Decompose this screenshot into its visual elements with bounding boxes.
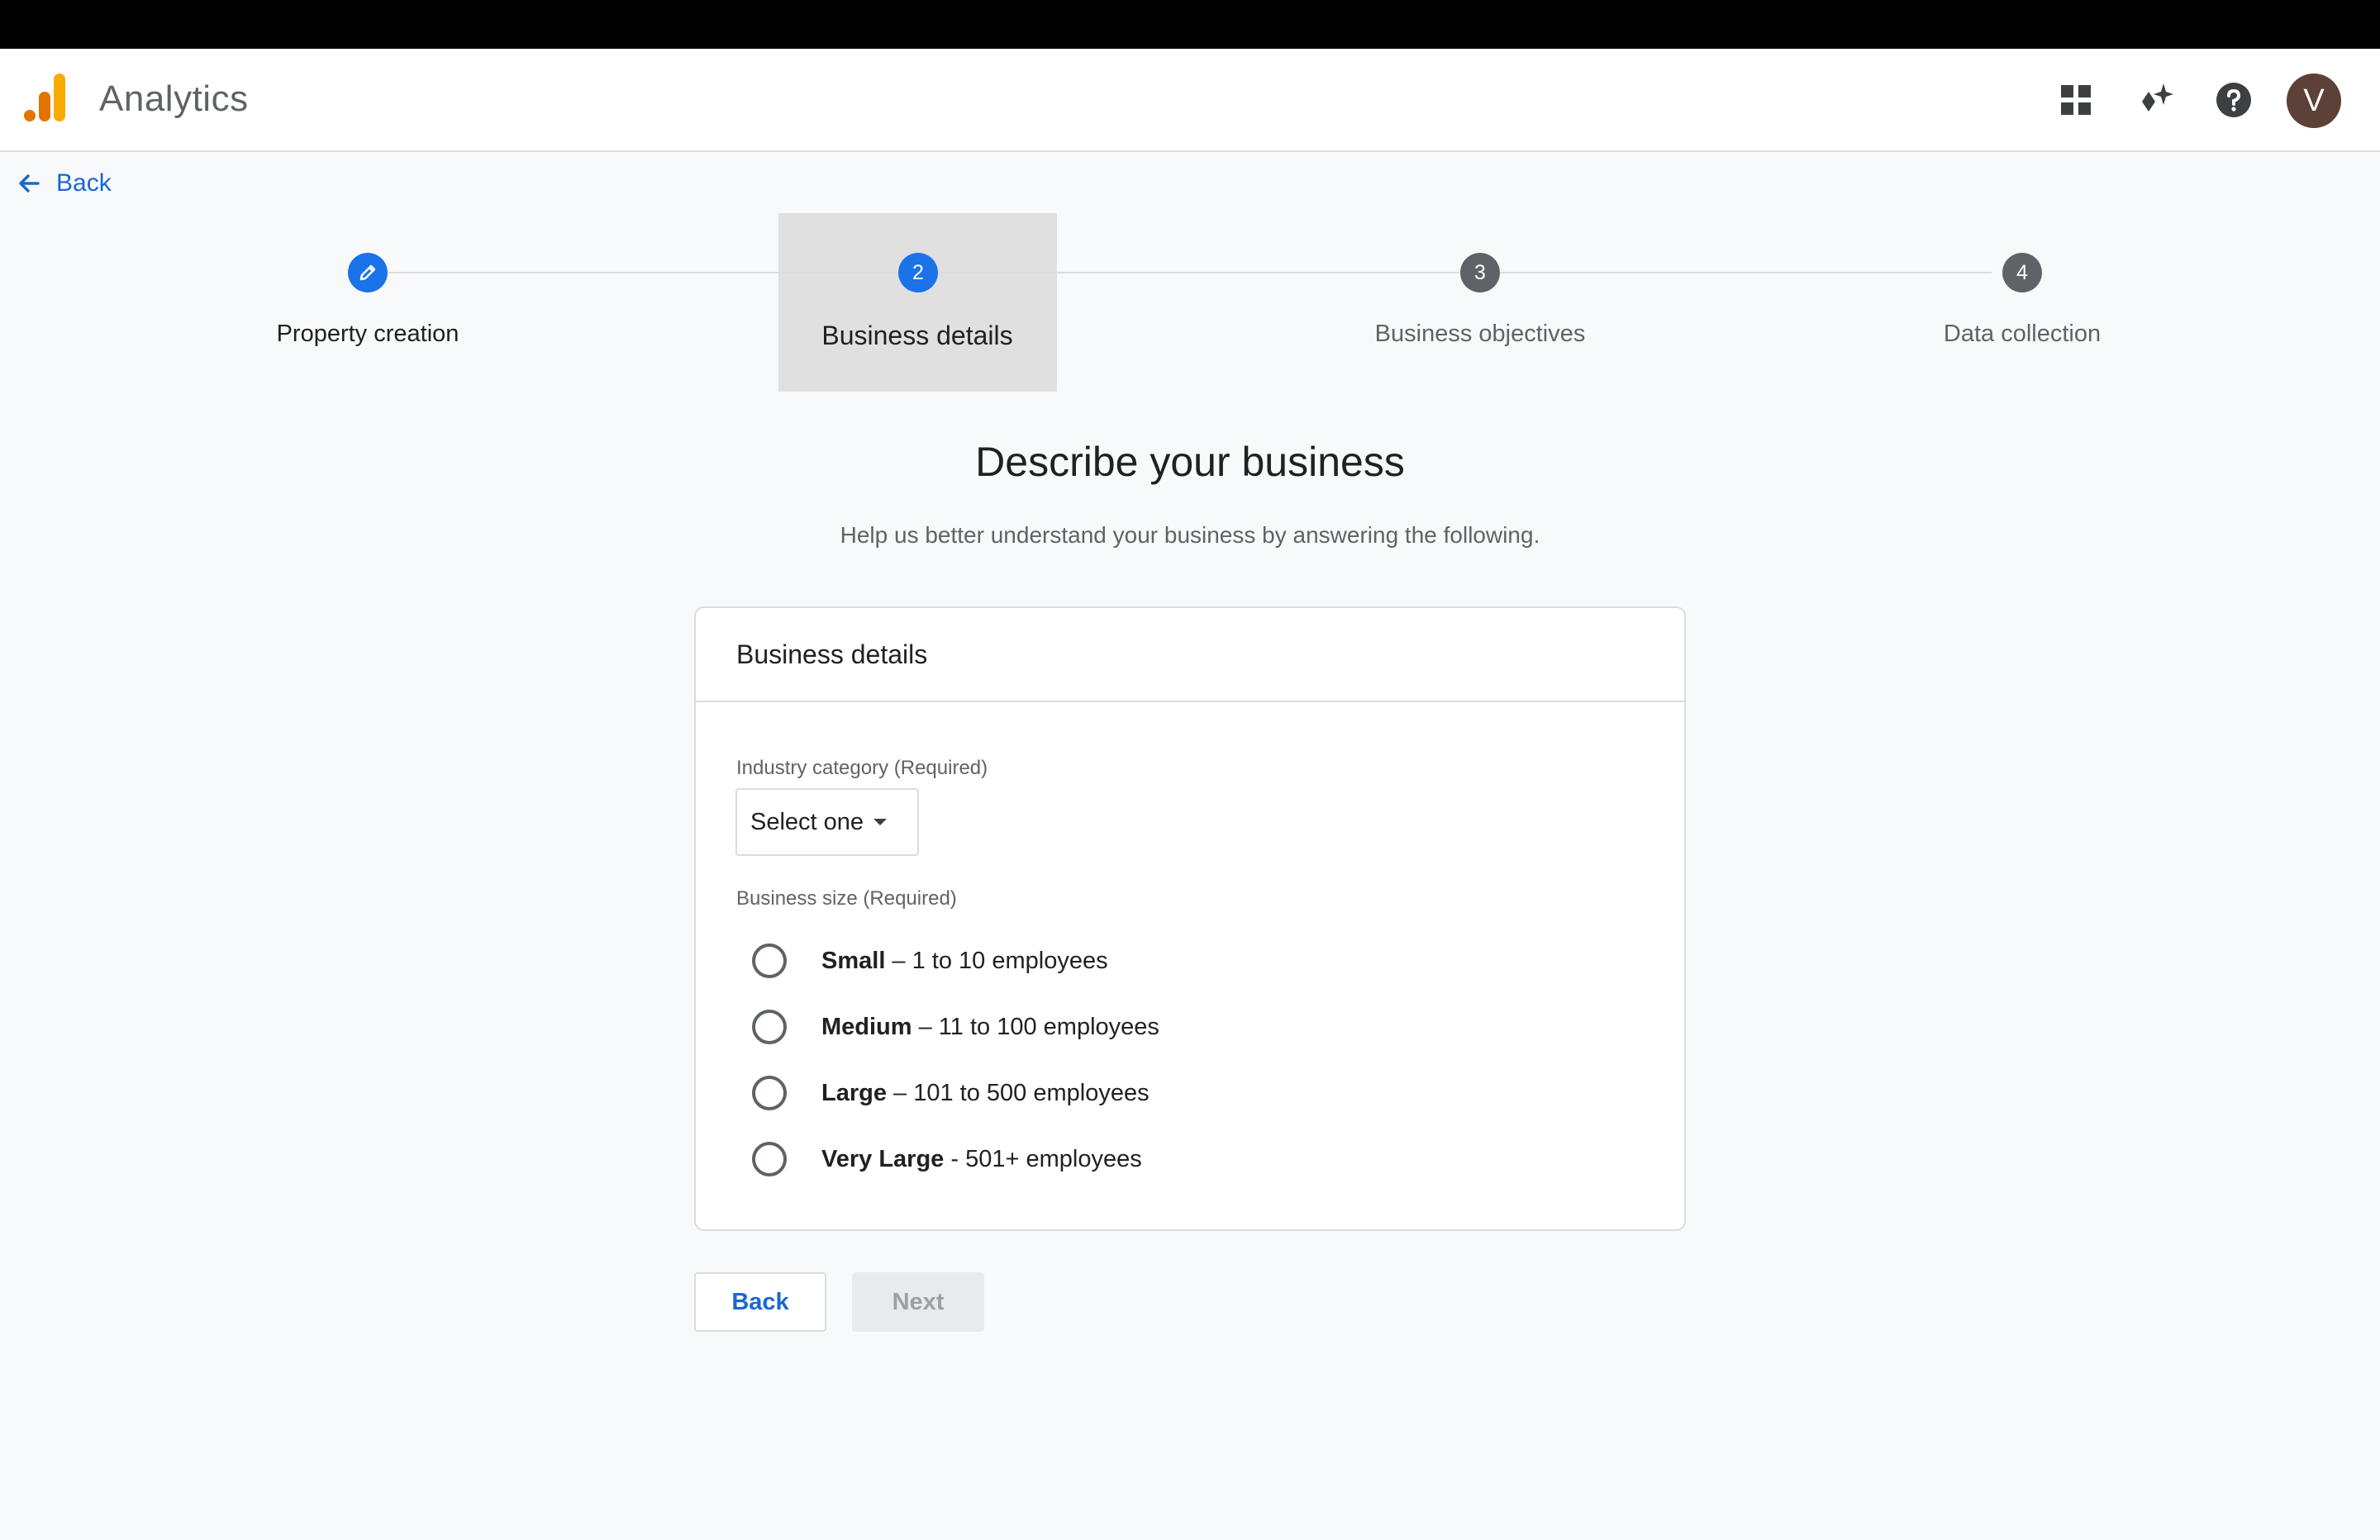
help-icon[interactable] [2209,75,2259,125]
step-2-label: Business details [821,321,1013,350]
radio-button[interactable] [752,1010,787,1044]
business-size-option-very-large[interactable]: Very Large - 501+ employees [752,1138,1142,1180]
step-2-circle: 2 [898,253,938,292]
radio-button[interactable] [752,1076,787,1110]
business-size-label: Business size (Required) [736,887,957,910]
page-title: Describe your business [975,439,1405,485]
current-step-highlight [778,213,1057,392]
industry-category-label: Industry category (Required) [736,757,988,779]
step-4-label: Data collection [1943,321,2102,347]
app-header: Analytics V [0,49,2380,152]
avatar-initial: V [2303,83,2325,118]
arrow-left-icon [19,174,40,192]
step-1-label[interactable]: Property creation [277,321,459,348]
app-title: Analytics [99,78,249,119]
option-name: Small [821,947,886,974]
business-size-option-medium[interactable]: Medium – 11 to 100 employees [752,1006,1159,1048]
avatar[interactable]: V [2287,74,2341,128]
card-title: Business details [696,608,1684,702]
analytics-logo-icon[interactable] [24,74,69,123]
step-4-number: 4 [2016,260,2028,284]
step-3-circle: 3 [1460,253,1500,292]
sparkle-icon[interactable] [2130,75,2180,125]
back-link-label: Back [56,169,112,197]
step-2-number: 2 [912,260,924,284]
step-3-number: 3 [1474,260,1486,284]
back-link[interactable]: Back [17,167,112,200]
option-detail: - 501+ employees [944,1145,1142,1172]
pencil-icon [359,264,376,281]
caret-down-icon [873,819,888,825]
option-detail: – 11 to 100 employees [912,1013,1159,1040]
radio-button[interactable] [752,1142,787,1176]
step-connector [937,272,1459,273]
back-button[interactable]: Back [694,1272,826,1332]
system-top-bar [0,0,2380,49]
page-subtitle: Help us better understand your business … [840,522,1540,548]
business-size-option-large[interactable]: Large – 101 to 500 employees [752,1072,1150,1114]
radio-button[interactable] [752,943,787,978]
industry-category-select[interactable]: Select one [735,788,919,856]
option-name: Very Large [821,1145,945,1172]
step-connector [1500,272,1992,273]
next-button-disabled: Next [852,1272,984,1332]
option-name: Medium [821,1013,912,1040]
option-detail: – 101 to 500 employees [886,1079,1150,1106]
step-4-circle: 4 [2002,253,2042,292]
step-connector [388,272,901,273]
step-1-completed-circle[interactable] [348,253,388,292]
apps-grid-icon[interactable] [2051,75,2101,125]
option-name: Large [821,1079,887,1106]
business-size-option-small[interactable]: Small – 1 to 10 employees [752,940,1108,982]
industry-category-value: Select one [750,808,864,835]
option-detail: – 1 to 10 employees [885,947,1108,974]
step-3-label: Business objectives [1374,321,1586,347]
business-details-card: Business details Industry category (Requ… [694,606,1686,1231]
